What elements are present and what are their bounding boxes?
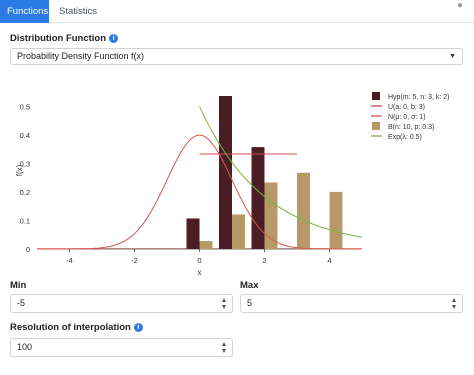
distribution-function-label: Distribution Function: [10, 33, 107, 44]
max-stepper-icon[interactable]: [452, 298, 457, 309]
min-label: Min: [10, 280, 27, 291]
chevron-down-icon: ▼: [449, 53, 456, 60]
y-axis-title: f(x): [15, 164, 24, 176]
min-input[interactable]: -5: [10, 294, 233, 313]
bar-hyp: [219, 95, 232, 249]
tab-bar: Functions Statistics ●: [0, 0, 474, 23]
distribution-function-heading: Distribution Function i: [10, 33, 119, 44]
legend-label: B(n: 10, p: 0.3): [388, 124, 434, 131]
x-tick-label: 0: [197, 256, 201, 265]
legend-swatch: [372, 92, 380, 100]
x-tick-label: 2: [262, 256, 266, 265]
y-tick-label: 0.4: [20, 131, 30, 140]
max-input-value: 5: [247, 298, 253, 308]
info-icon[interactable]: i: [109, 34, 119, 43]
bar-binomial: [199, 241, 213, 249]
legend-label: Hyp(m: 5, n: 3, k: 2): [388, 94, 449, 101]
x-axis-title: x: [198, 268, 202, 277]
distribution-plot: 00.10.20.30.40.5-4 -2 0 2 4xf(x)Hyp(m: 5, n:…: [15, 92, 449, 277]
y-tick-label: 0.1: [20, 216, 30, 225]
y-tick-label: 0: [26, 245, 30, 254]
resolution-heading: Resolution of interpolation i: [10, 322, 143, 333]
legend-swatch: [372, 122, 380, 130]
bar-binomial: [232, 214, 245, 249]
x-tick-label: 4: [327, 256, 331, 265]
x-tick-label: -2: [131, 256, 138, 265]
y-tick-label: 0.2: [20, 188, 30, 197]
menu-dot-icon[interactable]: ●: [457, 1, 463, 11]
distribution-function-select[interactable]: Probability Density Function f(x) ▼: [10, 48, 463, 65]
legend-label: Exp(λ: 0.5): [388, 134, 422, 141]
max-label: Max: [240, 280, 259, 291]
min-stepper-icon[interactable]: [222, 298, 227, 309]
legend-label: N(μ: 0, σ: 1): [388, 114, 426, 121]
distribution-function-value: Probability Density Function f(x): [17, 51, 145, 61]
x-tick-label: -4: [66, 256, 73, 265]
bar-hyp: [186, 218, 200, 249]
tab-statistics[interactable]: Statistics: [51, 0, 105, 23]
min-input-value: -5: [17, 298, 26, 308]
bar-binomial: [329, 191, 343, 249]
resolution-stepper-icon[interactable]: [222, 342, 227, 353]
resolution-label: Resolution of interpolation: [10, 322, 131, 333]
tab-functions[interactable]: Functions: [0, 0, 49, 23]
legend-label: U(a: 0, b: 3): [388, 104, 425, 111]
resolution-input-value: 100: [17, 342, 33, 352]
bar-binomial: [297, 172, 310, 249]
y-tick-label: 0.5: [20, 102, 30, 111]
resolution-input[interactable]: 100: [10, 338, 233, 357]
max-input[interactable]: 5: [240, 294, 463, 313]
info-icon[interactable]: i: [133, 323, 143, 332]
bar-hyp: [251, 147, 265, 249]
